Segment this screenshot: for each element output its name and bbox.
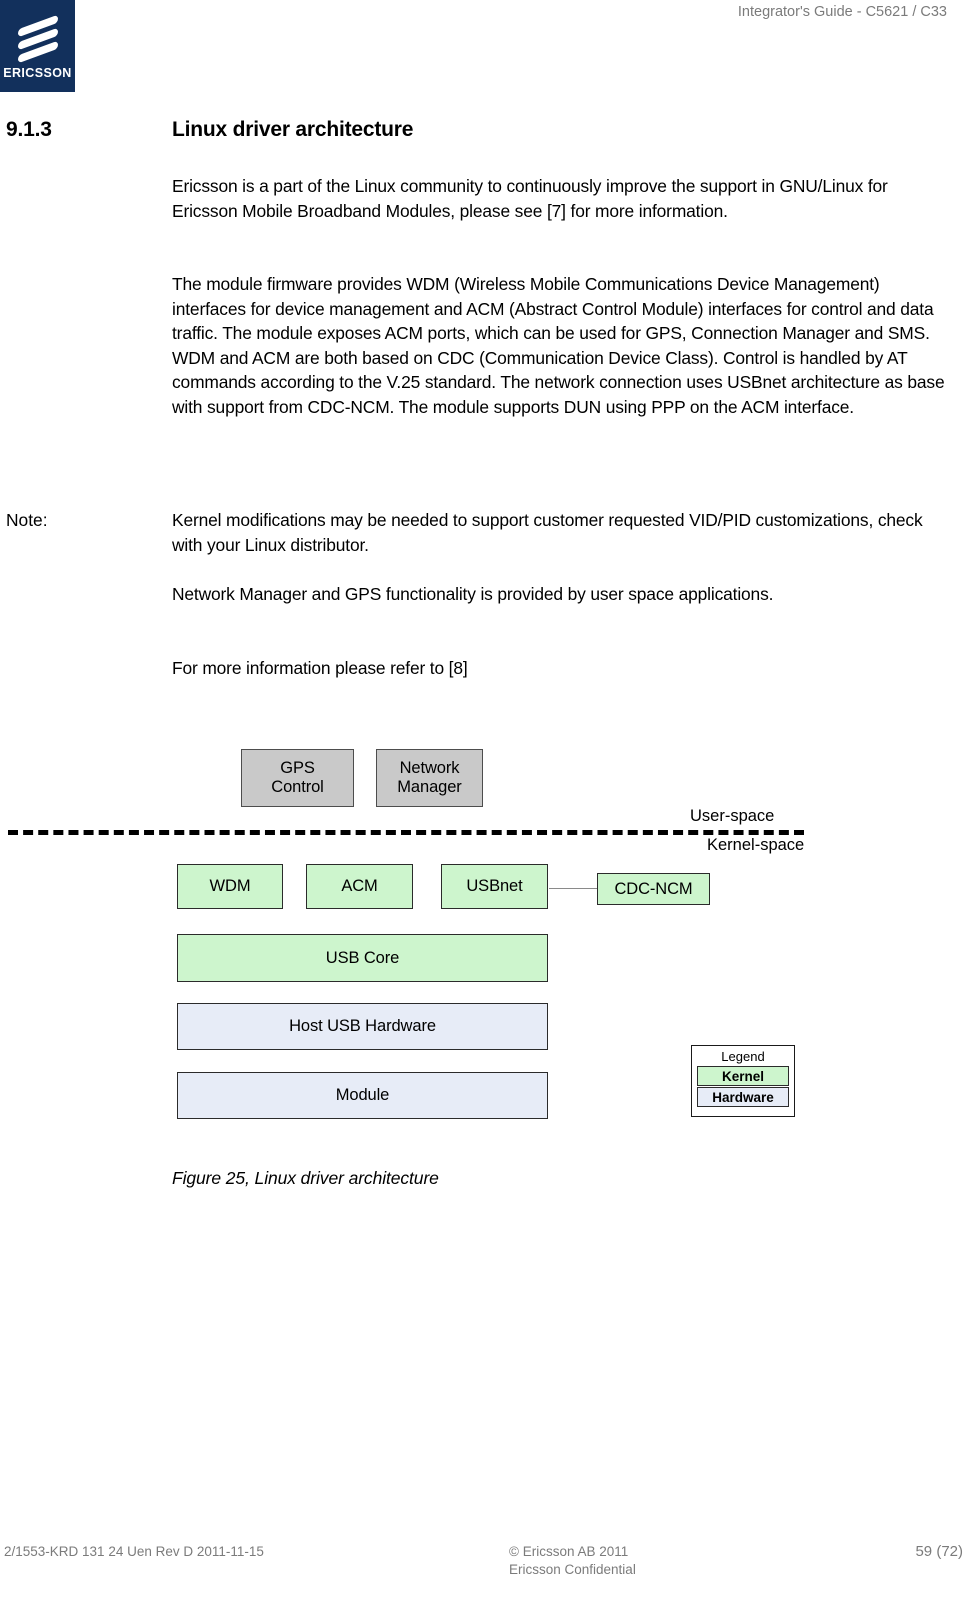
- network-manager-label-line2: Manager: [397, 778, 462, 796]
- paragraph-firmware: The module firmware provides WDM (Wirele…: [172, 274, 945, 417]
- note-text: Kernel modifications may be needed to su…: [172, 510, 923, 555]
- legend-title: Legend: [721, 1049, 765, 1064]
- footer-confidential-line: Ericsson Confidential: [509, 1562, 636, 1577]
- diagram-legend: Legend Kernel Hardware: [691, 1045, 795, 1117]
- footer-copyright-line1: © Ericsson AB 2011: [509, 1544, 629, 1559]
- network-manager-label-line1: Network: [399, 759, 460, 777]
- figure-caption: Figure 25, Linux driver architecture: [172, 1168, 439, 1188]
- paragraph-intro: Ericsson is a part of the Linux communit…: [172, 176, 888, 221]
- diagram-box-usbnet: USBnet: [441, 864, 548, 909]
- user-kernel-divider: [8, 830, 804, 835]
- gps-control-label-line1: GPS: [280, 759, 315, 777]
- kernel-space-label: Kernel-space: [707, 836, 805, 854]
- gps-control-label-line2: Control: [271, 778, 324, 796]
- diagram-box-usb-core: USB Core: [177, 934, 548, 982]
- diagram-box-network-manager: Network Manager: [376, 749, 483, 807]
- ericsson-wordmark: ERICSSON: [3, 66, 72, 80]
- legend-item-hardware: Hardware: [697, 1087, 789, 1107]
- diagram-box-gps-control: GPS Control: [241, 749, 354, 807]
- footer-document-id: 2/1553-KRD 131 24 Uen Rev D 2011-11-15: [4, 1544, 264, 1559]
- ericsson-logo: ERICSSON: [0, 0, 75, 92]
- legend-item-kernel: Kernel: [697, 1066, 789, 1086]
- document-header-title: Integrator's Guide - C5621 / C33: [737, 4, 947, 20]
- diagram-box-acm: ACM: [306, 864, 413, 909]
- footer-copyright: © Ericsson AB 2011 Ericsson Confidential: [509, 1543, 636, 1579]
- paragraph-network-manager: Network Manager and GPS functionality is…: [172, 584, 774, 604]
- page-footer: 2/1553-KRD 131 24 Uen Rev D 2011-11-15 ©…: [0, 1534, 971, 1610]
- section-title: Linux driver architecture: [172, 118, 414, 141]
- footer-page-number: 59 (72): [915, 1543, 963, 1560]
- linux-driver-architecture-diagram: GPS Control Network Manager User-space K…: [0, 735, 971, 1135]
- diagram-box-host-usb-hardware: Host USB Hardware: [177, 1003, 548, 1050]
- section-heading: 9.1.3 Linux driver architecture: [0, 118, 960, 146]
- diagram-box-cdc-ncm: CDC-NCM: [597, 873, 710, 905]
- diagram-box-module: Module: [177, 1072, 548, 1119]
- diagram-box-wdm: WDM: [177, 864, 283, 909]
- section-number: 9.1.3: [6, 118, 52, 141]
- paragraph-more-info: For more information please refer to [8]: [172, 658, 468, 678]
- user-space-label: User-space: [690, 807, 775, 825]
- note-label: Note:: [6, 510, 48, 530]
- ericsson-logo-mark: [17, 14, 58, 64]
